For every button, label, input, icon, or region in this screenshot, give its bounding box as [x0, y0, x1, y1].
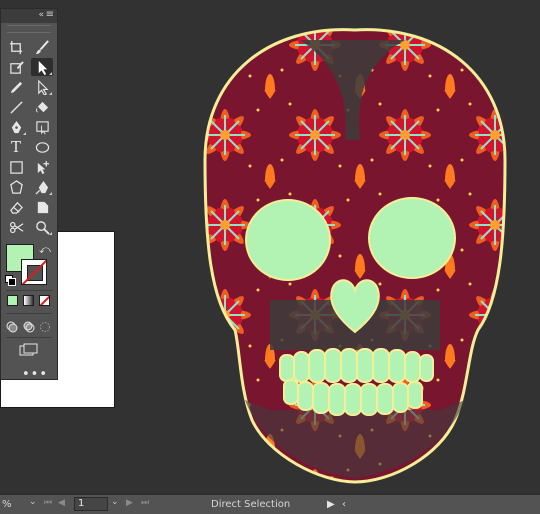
panel-grip[interactable]	[7, 25, 51, 33]
draw-behind-icon[interactable]	[23, 321, 35, 333]
zoom-dropdown-chevron-icon[interactable]: ⌄	[29, 497, 37, 507]
last-artboard-icon[interactable]: ⏭	[141, 498, 149, 508]
zoom-level[interactable]: %	[2, 498, 12, 511]
gradient-mode-icon[interactable]	[23, 295, 34, 306]
eraser-tool-icon[interactable]	[5, 198, 27, 216]
swap-fill-stroke-icon[interactable]: ⤺	[39, 243, 51, 257]
artboard-tool-icon[interactable]	[5, 38, 27, 56]
color-mode-icon[interactable]	[7, 295, 18, 306]
sugar-skull-artwork[interactable]	[0, 0, 540, 494]
polygon-tool-icon[interactable]	[5, 178, 27, 196]
artboard-number-field[interactable]: 1	[74, 497, 108, 511]
canvas[interactable]	[0, 0, 540, 494]
draw-normal-icon[interactable]	[6, 321, 18, 333]
anchor-add-icon[interactable]	[31, 158, 53, 176]
collapse-panel-icon[interactable]: «	[38, 10, 43, 20]
scroll-left-icon[interactable]: ‹	[342, 498, 346, 511]
ellipse-tool-icon[interactable]	[31, 138, 53, 156]
paintbrush-tool-icon[interactable]	[31, 38, 53, 56]
zoom-tool-icon[interactable]	[31, 218, 53, 236]
pencil-tool-icon[interactable]	[5, 78, 27, 96]
selection-arrow-icon[interactable]	[31, 58, 53, 76]
tools-panel: « ≡ T ⤺ •••	[0, 8, 58, 382]
live-paint-bucket-icon[interactable]	[31, 98, 53, 116]
divider	[6, 313, 52, 314]
current-tool-label[interactable]: Direct Selection	[211, 498, 290, 511]
rectangle-tool-icon[interactable]	[5, 158, 27, 176]
anchor-convert-icon[interactable]	[31, 178, 53, 196]
pen-tool-icon[interactable]	[5, 118, 27, 136]
stroke-swatch[interactable]	[21, 259, 47, 285]
status-bar: % ⌄ ⏮ ◀ 1 ⌄ ▶ ⏭ Direct Selection ▶ ‹	[0, 494, 540, 514]
line-tool-icon[interactable]	[5, 98, 27, 116]
screen-mode-icon[interactable]	[19, 343, 39, 357]
first-artboard-icon[interactable]: ⏮	[44, 498, 52, 508]
left-eye	[245, 199, 331, 281]
default-fill-stroke-icon[interactable]	[5, 275, 16, 286]
tools-panel-header[interactable]: « ≡	[1, 9, 57, 23]
transform-tool-icon[interactable]	[31, 118, 53, 136]
shape-builder-icon[interactable]	[31, 198, 53, 216]
edit-toolbar-icon[interactable]	[5, 58, 27, 76]
panel-menu-icon[interactable]: ≡	[46, 9, 54, 20]
right-eye	[368, 197, 456, 279]
none-mode-icon[interactable]	[39, 295, 50, 306]
edit-toolbar-more-icon[interactable]: •••	[22, 367, 48, 382]
divider	[6, 290, 52, 291]
divider	[6, 337, 52, 338]
next-artboard-icon[interactable]: ▶	[126, 498, 133, 508]
previous-artboard-icon[interactable]: ◀	[58, 498, 65, 508]
type-tool-icon[interactable]: T	[5, 138, 27, 156]
artboard-dropdown-chevron-icon[interactable]: ⌄	[111, 497, 119, 507]
direct-selection-icon[interactable]	[31, 78, 53, 96]
status-menu-arrow-icon[interactable]: ▶	[327, 498, 335, 511]
draw-inside-icon[interactable]	[39, 321, 51, 333]
scissors-tool-icon[interactable]	[5, 218, 27, 236]
